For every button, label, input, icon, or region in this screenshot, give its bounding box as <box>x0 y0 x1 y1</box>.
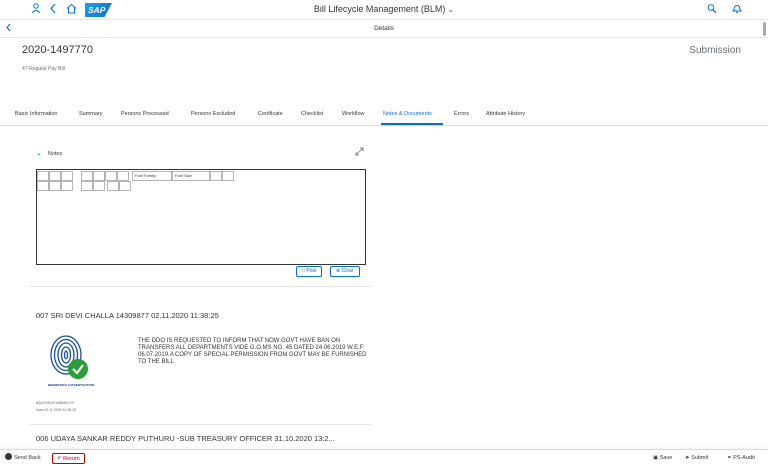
send-back-icon <box>5 453 12 460</box>
submit-icon: ➤ <box>685 455 690 461</box>
object-subtitle: 47-Regular Pay Bill <box>22 66 65 72</box>
toolbar-button[interactable] <box>49 181 61 191</box>
tab-basic-information[interactable]: Basic Information <box>15 111 58 117</box>
comment-header: 006 UDAYA SANKAR REDDY PUTHURU -SUB TREA… <box>36 434 335 443</box>
save-button[interactable]: ▣ Save <box>653 453 672 464</box>
tab-persons-excluded[interactable]: Persons Excluded <box>191 111 235 117</box>
clear-button[interactable]: ⊗ Clear <box>330 266 360 277</box>
search-icon[interactable] <box>707 3 717 18</box>
comment-text: THE DDO IS REQUESTED TO INFORM THAT NOW … <box>138 338 367 365</box>
expand-icon[interactable] <box>355 147 364 158</box>
toolbar-button[interactable] <box>61 171 73 181</box>
save-icon: ▣ <box>653 455 659 461</box>
tab-workflow[interactable]: Workflow <box>342 111 365 117</box>
submit-button[interactable]: ➤ Submit <box>685 453 708 464</box>
tab-persons-processed[interactable]: Persons Processed <box>121 111 169 117</box>
toolbar-button[interactable] <box>61 181 73 191</box>
return-button[interactable]: ↶ Return <box>52 453 85 464</box>
audit-icon: ⚭ <box>727 455 732 461</box>
toolbar-button[interactable] <box>49 171 61 181</box>
notification-icon[interactable] <box>731 3 743 18</box>
shell-bar: SAP Bill Lifecycle Management (BLM) ⌄ <box>0 0 768 20</box>
clear-icon: ⊗ <box>336 268 341 274</box>
toolbar-button[interactable] <box>222 171 234 181</box>
comment-header: 007 SRI DEVI CHALLA 14309877 02.11.2020 … <box>36 311 219 320</box>
stamp-label: BIOMETRICS AUTHENTICATION <box>48 383 94 387</box>
tab-notes-documents[interactable]: Notes & Documents <box>383 111 432 117</box>
toolbar-button[interactable] <box>81 181 93 191</box>
rich-text-editor[interactable]: Font Family Font Size <box>36 169 366 265</box>
return-icon: ↶ <box>57 456 62 462</box>
divider <box>30 424 372 425</box>
comment-meta-id: BAKVPA0474BBMACYE <box>36 401 75 405</box>
toolbar-button[interactable] <box>37 171 49 181</box>
notes-panel: ⌄ Notes Font Family Font Size □ Post ⊗ Cl… <box>30 144 372 287</box>
sub-header: Details <box>0 20 768 38</box>
toolbar-button[interactable] <box>37 181 49 191</box>
chevron-down-icon[interactable]: ⌄ <box>447 5 454 14</box>
scrollbar[interactable] <box>763 22 766 36</box>
send-back-button[interactable]: Send Back <box>5 453 41 464</box>
tab-summary[interactable]: Summary <box>79 111 103 117</box>
comment-icon: □ <box>302 268 306 274</box>
active-tab-indicator <box>381 123 443 125</box>
toolbar-button[interactable] <box>93 181 105 191</box>
object-title: 2020-1497770 <box>22 44 93 56</box>
font-size-select[interactable]: Font Size <box>172 171 210 181</box>
footer-toolbar: Send Back ↶ Return ▣ Save ➤ Submit ⚭ PS-… <box>0 449 768 466</box>
post-button[interactable]: □ Post <box>296 266 323 277</box>
comment-meta-date: Date:02.11.2020 11:38:25 <box>36 408 76 412</box>
toolbar-button[interactable] <box>210 171 222 181</box>
toolbar-button[interactable] <box>119 181 131 191</box>
toolbar-button[interactable] <box>107 181 119 191</box>
app-title[interactable]: Bill Lifecycle Management (BLM) ⌄ <box>0 4 768 14</box>
status-text: Submission <box>689 45 741 56</box>
tab-bar: Basic Information Summary Persons Proces… <box>0 104 768 126</box>
tab-checklist[interactable]: Checklist <box>301 111 323 117</box>
sub-header-title: Details <box>374 25 394 32</box>
tab-attribute-history[interactable]: Attribute History <box>486 111 525 117</box>
ps-audit-button[interactable]: ⚭ PS-Audit <box>727 453 755 464</box>
tab-errors[interactable]: Errors <box>454 111 469 117</box>
toolbar-button[interactable] <box>93 171 105 181</box>
tab-certificate[interactable]: Certificate <box>258 111 283 117</box>
toolbar-button[interactable] <box>117 171 129 181</box>
chevron-down-icon[interactable]: ⌄ <box>36 150 42 157</box>
notes-header[interactable]: ⌄ Notes <box>36 149 62 157</box>
font-family-select[interactable]: Font Family <box>132 171 172 181</box>
toolbar-button[interactable] <box>105 171 117 181</box>
toolbar-button[interactable] <box>81 171 93 181</box>
